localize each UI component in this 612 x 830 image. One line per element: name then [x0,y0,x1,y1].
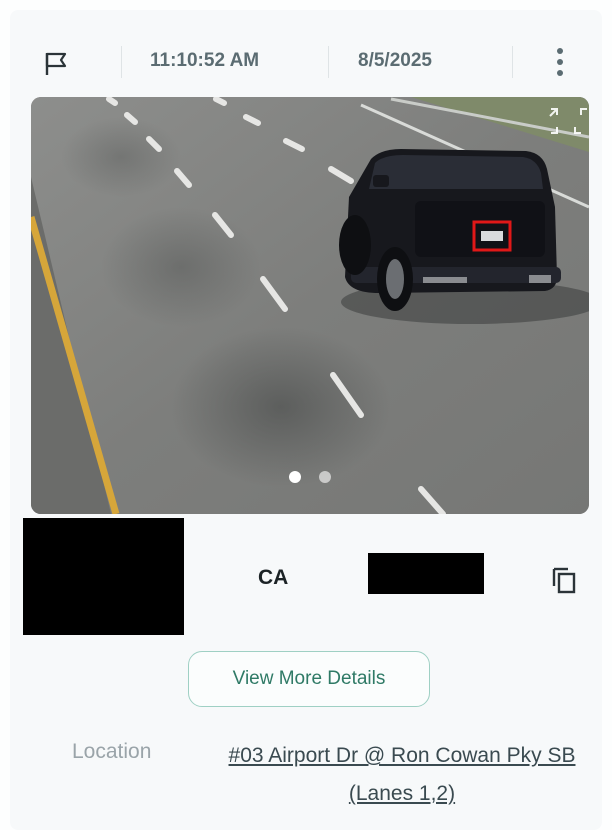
view-details-button[interactable]: View More Details [188,651,430,707]
kebab-menu-icon[interactable] [554,46,566,78]
flag-icon[interactable] [42,50,70,78]
capture-header: 11:10:52 AM 8/5/2025 [0,34,612,86]
carousel-dot-active [289,471,301,483]
carousel-dot [319,471,331,483]
capture-date: 8/5/2025 [358,50,432,71]
location-link[interactable]: #03 Airport Dr @ Ron Cowan Pky SB (Lanes… [214,737,590,813]
divider [328,46,329,78]
location-label: Location [72,740,152,763]
plate-state: CA [258,566,289,589]
divider [121,46,122,78]
copy-icon[interactable] [551,566,577,594]
divider [512,46,513,78]
redacted-block [23,518,184,635]
vehicle-photo[interactable] [31,97,589,514]
capture-time: 11:10:52 AM [150,50,260,71]
redacted-plate-number [368,553,484,594]
